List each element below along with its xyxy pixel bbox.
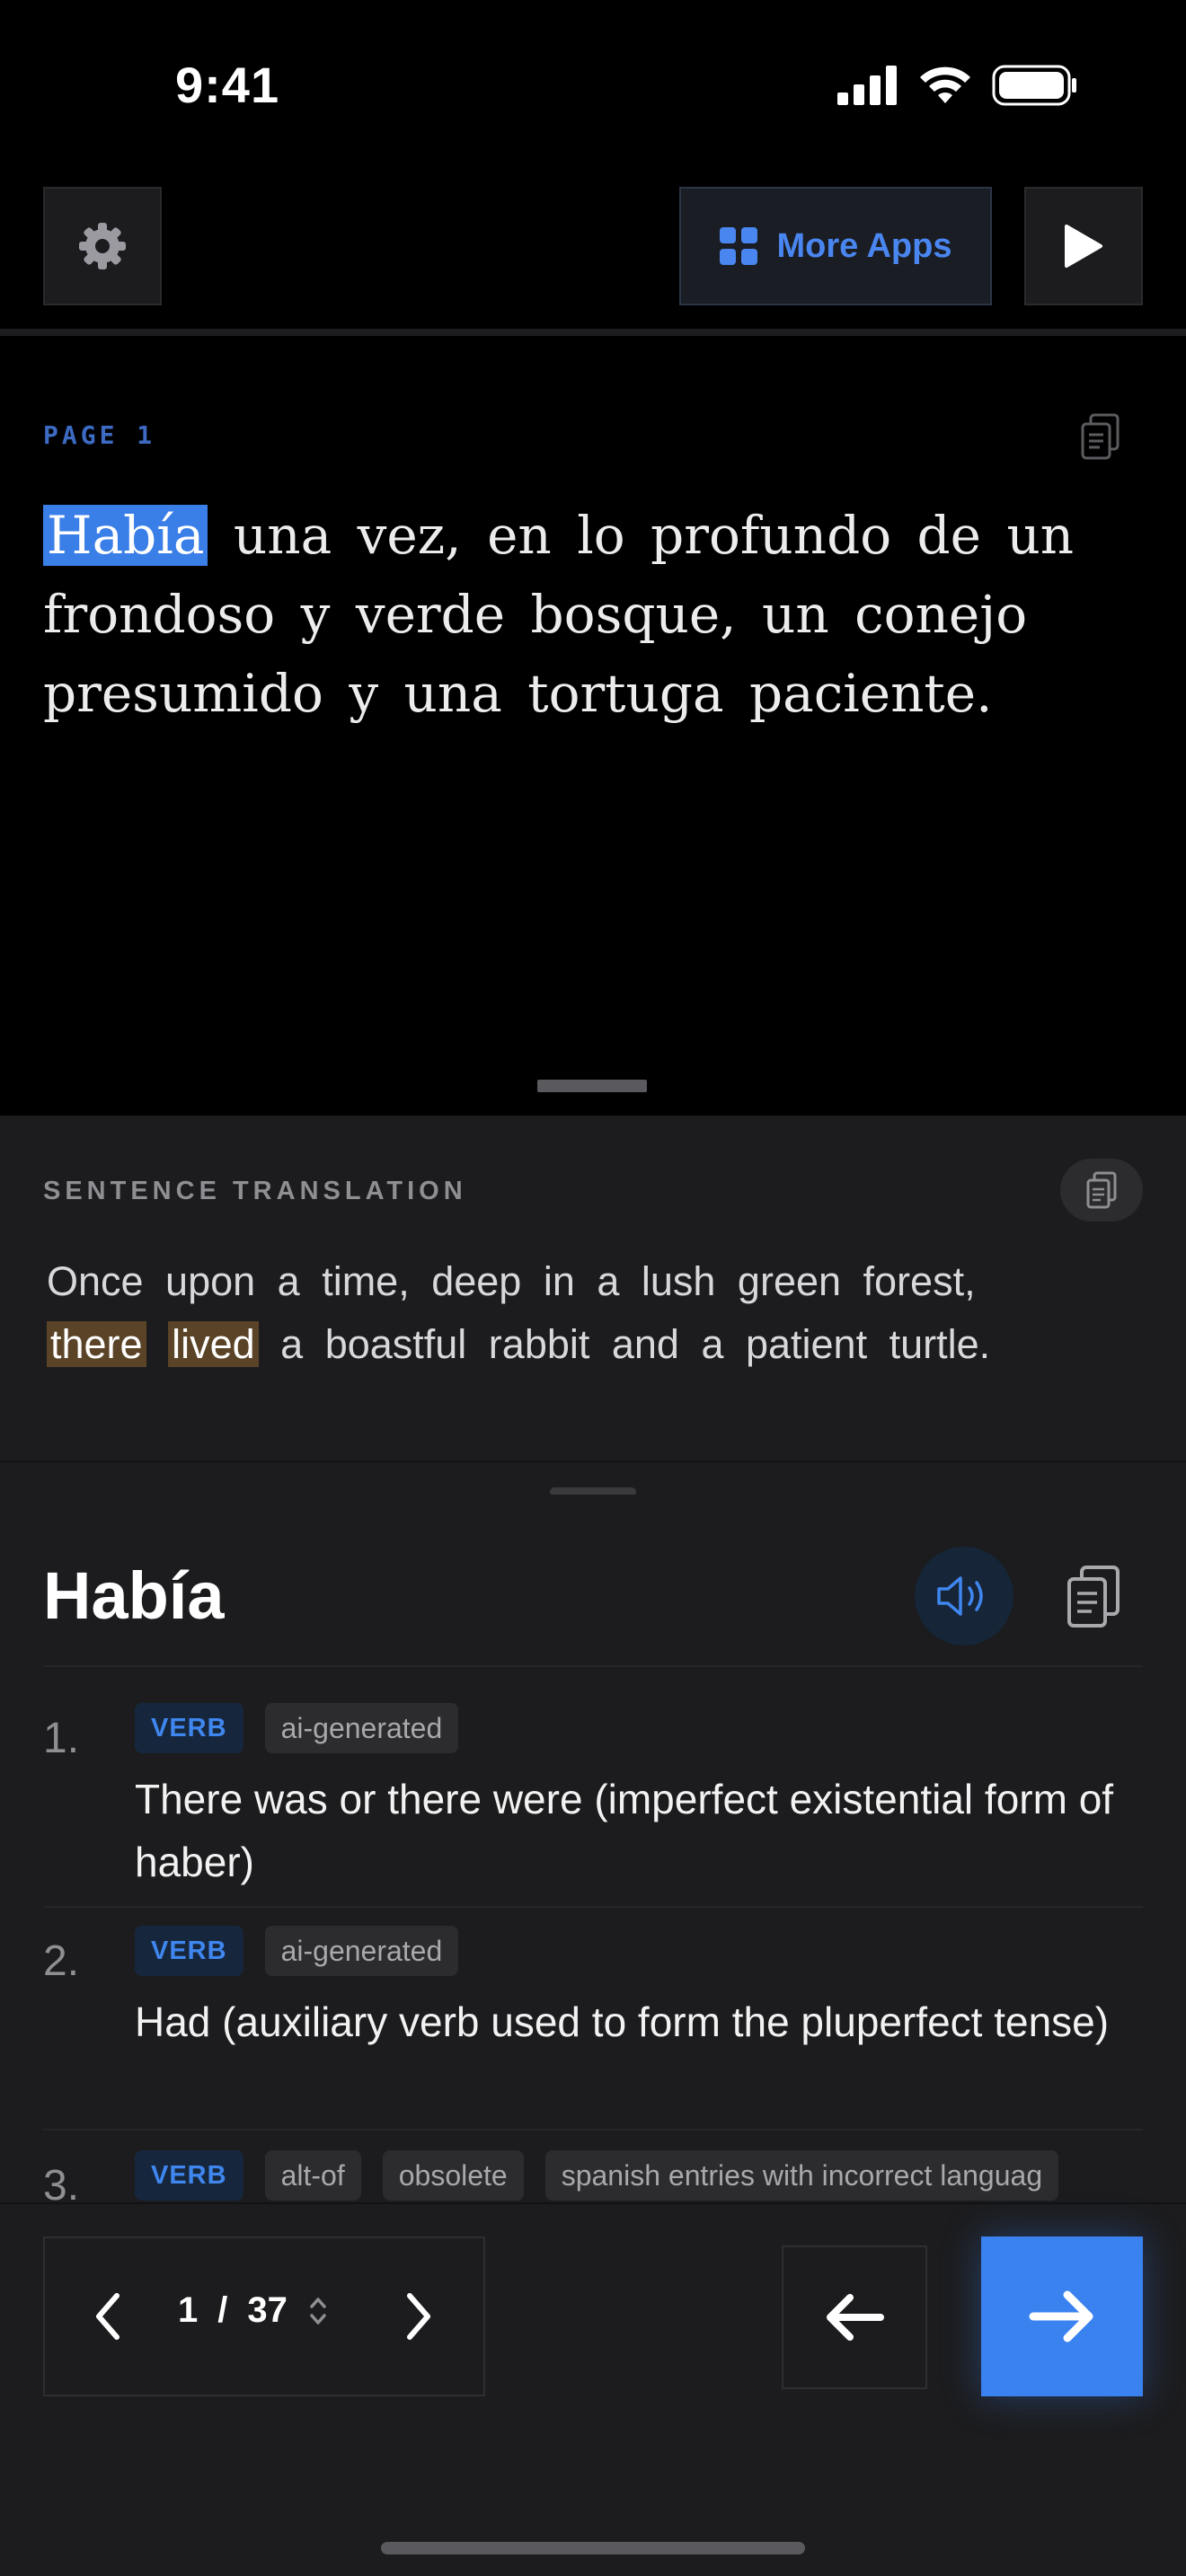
dictionary-panel: Había 1. VERB ai-generated There was or … [0, 1495, 1186, 2204]
status-bar: 9:41 [0, 0, 1186, 171]
play-button[interactable] [1024, 187, 1143, 305]
copy-translation-button[interactable] [1060, 1159, 1143, 1222]
chevron-up-down-icon [310, 2297, 326, 2325]
arrow-left-icon [827, 2294, 884, 2341]
definition-number: 2. [43, 1937, 80, 1985]
translation-highlight-lived[interactable]: lived [168, 1321, 259, 1367]
gear-icon [79, 223, 126, 269]
definition-item: 1. VERB ai-generated There was or there … [43, 1703, 1148, 1885]
copy-definition-icon[interactable] [1066, 1565, 1121, 1629]
bottom-nav-bar: 1 / 37 [0, 2202, 1186, 2576]
definition-text: There was or there were (imperfect exist… [135, 1776, 1114, 1885]
definition-number: 3. [43, 2162, 80, 2204]
toolbar-divider [0, 329, 1186, 336]
page-label: PAGE 1 [43, 420, 156, 450]
tag: obsolete [382, 2150, 524, 2201]
tag: ai-generated [264, 1703, 459, 1753]
translation-text-start: Once upon a time, deep in a lush green f… [47, 1258, 976, 1304]
battery-icon [992, 65, 1076, 106]
pronounce-button[interactable] [915, 1547, 1013, 1645]
definition-tags: VERB ai-generated [135, 1703, 459, 1753]
settings-button[interactable] [43, 187, 162, 305]
divider [43, 2129, 1143, 2130]
total-pages: 37 [247, 2290, 288, 2330]
home-indicator[interactable] [381, 2542, 805, 2554]
cellular-signal-icon [837, 66, 897, 105]
translation-text-end: a boastful rabbit and a patient turtle. [258, 1321, 991, 1367]
previous-page-chevron-icon[interactable] [90, 2289, 126, 2344]
more-apps-button[interactable]: More Apps [679, 187, 992, 305]
next-word-button[interactable] [981, 2236, 1143, 2396]
translation-label: SENTENCE TRANSLATION [43, 1177, 467, 1205]
more-apps-label: More Apps [776, 226, 952, 265]
next-page-chevron-icon[interactable] [401, 2289, 437, 2344]
tag-part-of-speech: VERB [135, 2150, 243, 2201]
current-page: 1 [178, 2290, 199, 2330]
copy-page-icon[interactable] [1080, 413, 1121, 460]
page-picker: 1 / 37 [43, 2236, 485, 2396]
speaker-icon [937, 1576, 983, 1616]
wifi-icon [920, 66, 970, 103]
tag: alt-of [264, 2150, 361, 2201]
tag-part-of-speech: VERB [135, 1926, 243, 1976]
page-separator: / [217, 2290, 228, 2330]
top-toolbar: More Apps [0, 187, 1186, 311]
definition-item: 3. VERB alt-of obsolete spanish entries … [43, 2150, 1148, 2204]
app-grid-icon [719, 227, 757, 265]
story-text: Había una vez, en lo profundo de un fron… [43, 496, 1157, 733]
panel-drag-handle[interactable] [537, 1080, 647, 1092]
dictionary-word: Había [43, 1558, 225, 1633]
definition-number: 1. [43, 1715, 80, 1762]
selected-word[interactable]: Había [43, 505, 208, 566]
definition-tags: VERB alt-of obsolete spanish entries wit… [135, 2150, 1148, 2201]
page-selector[interactable]: 1 / 37 [178, 2290, 329, 2331]
translation-text: Once upon a time, deep in a lush green f… [47, 1250, 1152, 1376]
play-icon [1065, 225, 1102, 268]
tag-part-of-speech: VERB [135, 1703, 243, 1753]
divider [43, 1906, 1143, 1908]
arrow-right-icon [1029, 2290, 1093, 2342]
divider [43, 1665, 1143, 1667]
status-icons [837, 65, 1078, 106]
app-screen: 9:41 More Apps PAGE 1 Había una vez, en … [0, 0, 1186, 2576]
previous-word-button[interactable] [782, 2245, 927, 2389]
definition-tags: VERB ai-generated [135, 1926, 459, 1976]
definition-item: 2. VERB ai-generated Had (auxiliary verb… [43, 1926, 1148, 2105]
tag: spanish entries with incorrect languag [544, 2150, 1059, 2201]
definition-text: Had (auxiliary verb used to form the plu… [135, 1998, 1110, 2045]
tag: ai-generated [264, 1926, 459, 1976]
sentence-translation-panel: SENTENCE TRANSLATION Once upon a time, d… [0, 1116, 1186, 1460]
status-time: 9:41 [175, 57, 280, 113]
copy-icon [1086, 1171, 1117, 1209]
translation-highlight-there[interactable]: there [47, 1321, 146, 1367]
